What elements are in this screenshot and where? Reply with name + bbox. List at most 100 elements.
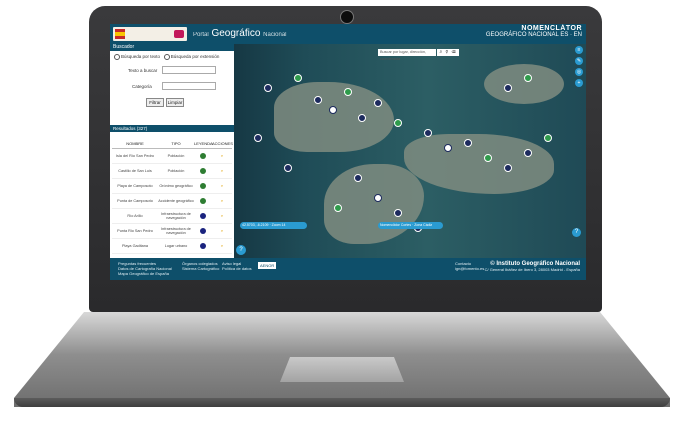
zoom-icon[interactable]: + (575, 79, 583, 87)
coordinates-display: 42.5703, -6.2109 · Zoom 14 (240, 222, 307, 229)
col-legend: LEYENDA (194, 140, 213, 146)
table-row[interactable]: Playa de Camposoto Orónimo geográfico ⌕ (112, 179, 232, 194)
map-marker[interactable] (284, 164, 292, 172)
row-name: Punta de Camposoto (117, 199, 153, 203)
zoom-icon[interactable]: ⌕ (212, 244, 232, 248)
footer-links-3: Aviso legal Política de datos (222, 261, 252, 271)
language-switch[interactable]: ES · EN (560, 32, 582, 38)
help-icon[interactable]: ? (236, 245, 246, 255)
footer-link[interactable]: Política de datos (222, 266, 252, 271)
map-marker[interactable] (544, 134, 552, 142)
layers-icon[interactable]: ≡ (575, 46, 583, 54)
table-row[interactable]: Punta Rio San Pedro Infraestructura de na… (112, 224, 232, 239)
legend-icon (200, 197, 206, 204)
ign-address: C/ General Ibáñez de Ibero 3, 28003 Madr… (484, 267, 580, 272)
laptop-screen: Portal Geográfico Nacional NOMENCLÁTOR G… (110, 24, 586, 280)
table-row[interactable]: Punta de Camposoto Accidente geográfico ⌕ (112, 194, 232, 209)
col-type[interactable]: TIPO (158, 141, 194, 146)
locate-icon[interactable]: ◎ (575, 68, 583, 76)
footer-link[interactable]: Sistema Cartográfico (182, 266, 219, 271)
map-marker[interactable] (294, 74, 302, 82)
row-name: Punta Rio San Pedro (117, 229, 153, 233)
map-marker[interactable] (504, 84, 512, 92)
zoom-icon[interactable]: ⌕ (212, 184, 232, 188)
zoom-icon[interactable]: ⌕ (212, 169, 232, 173)
col-name[interactable]: NOMBRE (112, 141, 158, 146)
map-marker[interactable] (374, 194, 382, 202)
land-area (404, 134, 554, 194)
zoom-icon[interactable]: ⌕ (212, 229, 232, 233)
zoom-icon[interactable]: ⌕ (212, 214, 232, 218)
footer-links-2: Órganos colegiados Sistema Cartográfico (182, 261, 219, 271)
ign-credit: © Instituto Geográfico Nacional C/ Gener… (485, 261, 580, 272)
col-actions: ACCIONES (212, 140, 233, 146)
legend-icon (200, 212, 206, 219)
row-type: Población (167, 169, 185, 173)
map-marker[interactable] (524, 149, 532, 157)
map-marker[interactable] (444, 144, 452, 152)
filter-button[interactable]: Filtrar (146, 98, 164, 107)
footer-link[interactable]: Mapa Geográfico de España (118, 271, 172, 276)
footer: Preguntas frecuentes Datos de Cartografí… (110, 258, 586, 280)
site-suffix: Nacional (263, 32, 287, 38)
map-marker[interactable] (464, 139, 472, 147)
radio-text-search[interactable] (114, 54, 120, 60)
map-marker[interactable] (394, 209, 402, 217)
map-marker[interactable] (314, 96, 322, 104)
trackpad (280, 357, 404, 382)
map-marker[interactable] (424, 129, 432, 137)
site-title[interactable]: Portal Geográfico Nacional (193, 28, 287, 39)
contact-email[interactable]: ign@fomento.es (455, 266, 484, 271)
map-marker[interactable] (374, 99, 382, 107)
app-subtitle: GEOGRÁFICO NACIONAL (485, 32, 559, 38)
map-tools[interactable]: ⌕ ⚲ ⌫ (437, 49, 459, 56)
legend-icon (200, 167, 206, 174)
map-marker[interactable] (524, 74, 532, 82)
table-row[interactable]: Castillo de San Luis Población ⌕ (112, 164, 232, 179)
app-title: NOMENCLÁTOR GEOGRÁFICO NACIONAL ES · EN (485, 25, 582, 38)
map-marker[interactable] (264, 84, 272, 92)
row-name: Playa Gaditana (122, 244, 148, 248)
row-name: Castillo de San Luis (118, 169, 152, 173)
map-marker[interactable] (354, 174, 362, 182)
map-marker[interactable] (484, 154, 492, 162)
laptop-base-edge (14, 398, 670, 407)
map-marker[interactable] (334, 204, 342, 212)
map-marker[interactable] (329, 106, 337, 114)
map-side-tools: ≡ ✎ ◎ + (575, 46, 583, 90)
row-type: Accidente geográfico (158, 199, 194, 203)
zoom-icon[interactable]: ⌕ (212, 199, 232, 203)
results-header: Resultados (327) (110, 125, 237, 132)
flag-icon (115, 29, 125, 39)
category-select[interactable] (162, 82, 216, 90)
map-marker[interactable] (344, 88, 352, 96)
map-marker[interactable] (394, 119, 402, 127)
legend-icon (200, 182, 206, 189)
help-icon[interactable]: ? (572, 228, 581, 237)
panel-header: Buscador (110, 44, 234, 51)
legend-icon (200, 227, 206, 234)
radio-extent-search[interactable] (163, 54, 170, 60)
footer-links-1: Preguntas frecuentes Datos de Cartografí… (118, 261, 172, 276)
site-prefix: Portal (193, 32, 209, 38)
land-area (484, 64, 564, 104)
text-search-input[interactable] (162, 66, 216, 74)
table-row[interactable]: Isla del Río San Pedro Población ⌕ (112, 149, 232, 164)
map-marker[interactable] (504, 164, 512, 172)
row-type: Población (167, 154, 185, 158)
row-type: Orónimo geográfico (159, 184, 193, 188)
category-label: Categoría (132, 84, 152, 89)
table-row[interactable]: Río Arillo Infraestructura de navegación ⌕ (112, 209, 232, 224)
table-row[interactable]: Playa Gaditana Lugar urbano ⌕ (112, 239, 232, 254)
footer-contact: Contacto ign@fomento.es (455, 261, 484, 271)
row-type: Lugar urbano (164, 244, 188, 248)
map-search-input[interactable]: Buscar por lugar, dirección, coordenada (378, 49, 436, 61)
radio-extent-label: Búsqueda por extensión (170, 54, 220, 60)
map-marker[interactable] (358, 114, 366, 122)
map-marker[interactable] (254, 134, 262, 142)
search-mode-radios: Búsqueda por texto Búsqueda por extensió… (114, 54, 219, 60)
clear-button[interactable]: Limpiar (166, 98, 184, 107)
pencil-icon[interactable]: ✎ (575, 57, 583, 65)
app-name: NOMENCLÁTOR (521, 25, 582, 32)
zoom-icon[interactable]: ⌕ (212, 154, 232, 158)
